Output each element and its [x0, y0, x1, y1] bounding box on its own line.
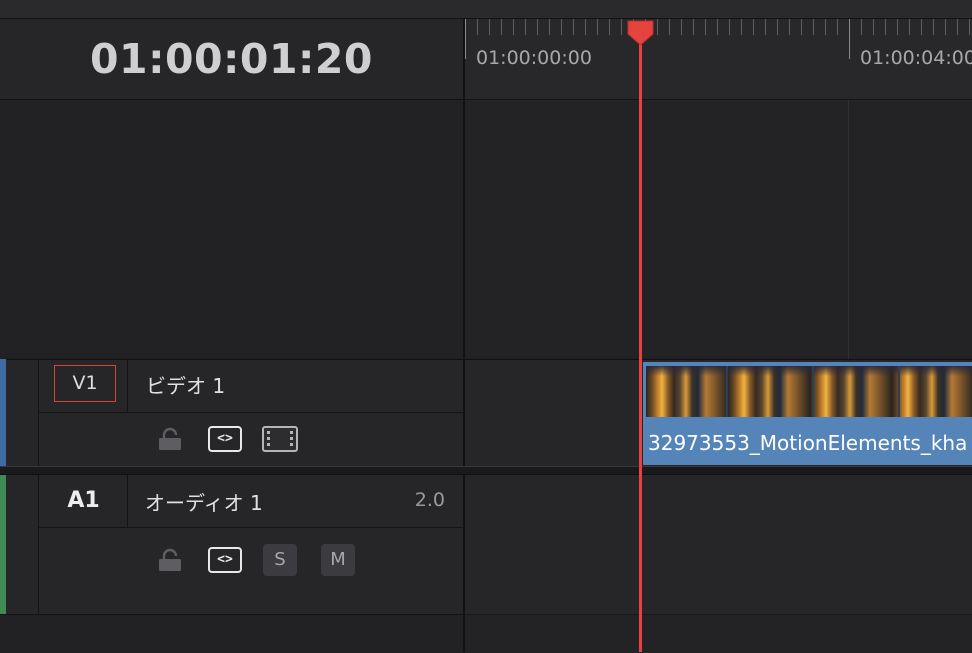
timeline-empty-area[interactable] — [465, 614, 972, 653]
lock-icon[interactable] — [158, 548, 182, 572]
playhead-line[interactable] — [639, 22, 642, 652]
ruler-tick — [969, 19, 970, 35]
divider — [39, 412, 463, 413]
ruler-tick — [669, 19, 670, 35]
ruler-tick — [741, 19, 742, 35]
ruler-tick — [861, 19, 862, 35]
timeline-empty-area[interactable] — [465, 100, 972, 358]
top-toolbar-strip — [0, 0, 972, 19]
ruler-tick — [717, 19, 718, 35]
divider — [38, 475, 39, 614]
audio-channel-format: 2.0 — [414, 489, 445, 511]
ruler-tick — [657, 19, 658, 35]
ruler-tick — [909, 19, 910, 35]
mute-button[interactable]: M — [321, 544, 355, 576]
ruler-tick — [765, 19, 766, 35]
ruler-tick — [489, 19, 490, 35]
thumbnail-separator — [898, 366, 900, 417]
ruler-tick — [813, 19, 814, 35]
ruler-tick — [957, 19, 958, 35]
ruler-tick — [705, 19, 706, 35]
clip-thumbnail-strip — [646, 366, 972, 417]
ruler-tick — [477, 19, 478, 35]
divider — [127, 475, 128, 527]
ruler-label-start: 01:00:00:00 — [476, 47, 592, 69]
ruler-tick — [549, 19, 550, 35]
video-track-name[interactable]: ビデオ 1 — [146, 370, 225, 399]
ruler-tick — [933, 19, 934, 35]
audio-track-destination-button[interactable]: A1 — [40, 475, 127, 527]
ruler-tick — [921, 19, 922, 35]
ruler-tick — [621, 19, 622, 35]
ruler-tick — [897, 19, 898, 35]
thumbnail-separator — [812, 366, 814, 417]
ruler-tick — [801, 19, 802, 35]
ruler-tick — [525, 19, 526, 35]
film-strip-icon[interactable] — [262, 426, 298, 452]
audio-track-name[interactable]: オーディオ 1 — [145, 487, 263, 516]
ruler-tick — [849, 19, 850, 59]
ruler-tick — [585, 19, 586, 35]
ruler-tick — [513, 19, 514, 35]
thumbnail-separator — [726, 366, 728, 417]
audio-track-lane[interactable] — [465, 475, 972, 614]
ruler-tick — [561, 19, 562, 35]
ruler-tick — [501, 19, 502, 35]
ruler-tick — [609, 19, 610, 35]
timecode-display[interactable]: 01:00:01:20 — [0, 19, 463, 99]
track-header-empty-area — [0, 100, 463, 358]
auto-select-toggle-icon[interactable]: <> — [208, 426, 242, 452]
solo-button[interactable]: S — [263, 544, 297, 576]
video-audio-separator[interactable] — [0, 466, 972, 475]
ruler-tick — [693, 19, 694, 35]
ruler-tick — [825, 19, 826, 35]
ruler-tick — [777, 19, 778, 35]
divider — [39, 527, 463, 528]
timeline-ruler[interactable]: 01:00:00:00 01:00:04:00 — [465, 19, 972, 100]
ruler-tick — [753, 19, 754, 35]
ruler-tick — [789, 19, 790, 35]
ruler-tick — [885, 19, 886, 35]
ruler-tick — [465, 19, 466, 59]
lock-icon[interactable] — [158, 427, 182, 451]
video-track-destination-button[interactable]: V1 — [54, 365, 116, 402]
video-track-color-strip — [0, 359, 6, 466]
divider — [127, 359, 128, 412]
ruler-tick — [837, 19, 838, 35]
track-header-empty-area — [0, 614, 463, 653]
playhead-handle-icon[interactable] — [626, 19, 655, 45]
audio-track-color-strip — [0, 475, 6, 614]
ruler-tick — [945, 19, 946, 35]
ruler-tick — [597, 19, 598, 35]
ruler-tick — [537, 19, 538, 35]
ruler-tick — [681, 19, 682, 35]
ruler-tick — [573, 19, 574, 35]
clip-name: 32973553_MotionElements_kha — [648, 431, 968, 455]
ruler-tick — [729, 19, 730, 35]
ruler-label-second: 01:00:04:00 — [860, 47, 972, 69]
auto-select-toggle-icon[interactable]: <> — [208, 547, 242, 573]
ruler-tick — [873, 19, 874, 35]
